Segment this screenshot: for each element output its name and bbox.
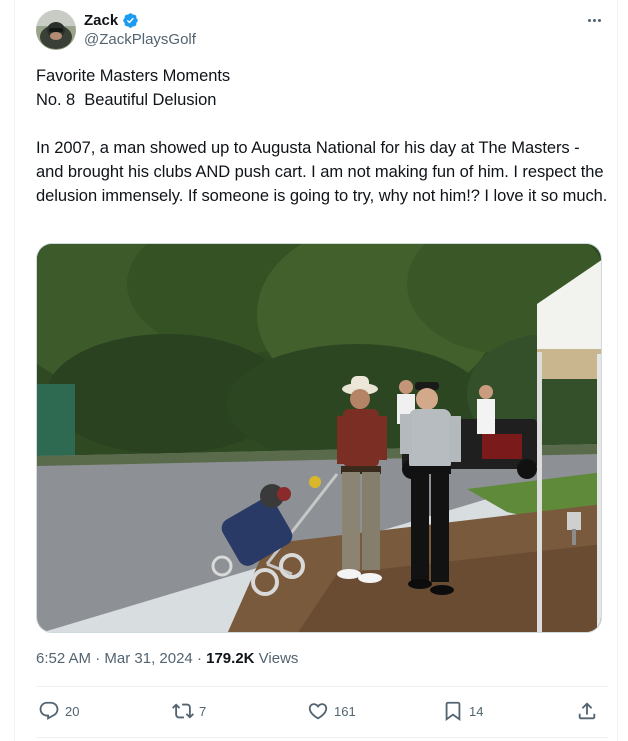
more-horizontal-icon[interactable] (580, 10, 608, 30)
tweet-photo[interactable] (36, 243, 602, 633)
tweet-time[interactable]: 6:52 AM (36, 650, 91, 667)
reply-count: 20 (65, 703, 80, 719)
tweet-text: Favorite Masters Moments No. 8 Beautiful… (36, 67, 608, 205)
verified-badge-icon (123, 12, 138, 28)
views-label: Views (258, 650, 299, 667)
frame-border-right (617, 0, 618, 741)
tweet-meta: 6:52 AM · Mar 31, 2024 · 179.2K Views (36, 650, 298, 667)
bookmark-button[interactable]: 14 (442, 695, 483, 727)
avatar[interactable] (36, 10, 76, 50)
author-display-name[interactable]: Zack (84, 12, 118, 29)
reply-button[interactable]: 20 (38, 695, 79, 727)
like-count: 161 (334, 703, 356, 719)
divider (36, 686, 608, 687)
author-handle[interactable]: @ZackPlaysGolf (84, 31, 196, 48)
frame-border-left (14, 0, 15, 741)
divider (36, 737, 608, 738)
tweet-date[interactable]: Mar 31, 2024 (104, 650, 192, 667)
action-bar: 20 7 161 14 (36, 695, 608, 727)
bookmark-icon (445, 701, 461, 722)
share-button[interactable] (576, 695, 598, 727)
meta-separator: · (95, 650, 101, 667)
heart-icon (308, 703, 328, 720)
repost-count: 7 (199, 703, 207, 719)
repost-button[interactable]: 7 (172, 695, 206, 727)
reply-icon (39, 701, 59, 720)
repost-icon (172, 703, 194, 719)
meta-separator: · (196, 650, 202, 667)
tweet-header: Zack @ZackPlaysGolf (36, 10, 608, 52)
share-icon (578, 702, 596, 720)
views-count: 179.2K (206, 650, 255, 667)
like-button[interactable]: 161 (307, 695, 356, 727)
bookmark-count: 14 (469, 703, 484, 719)
